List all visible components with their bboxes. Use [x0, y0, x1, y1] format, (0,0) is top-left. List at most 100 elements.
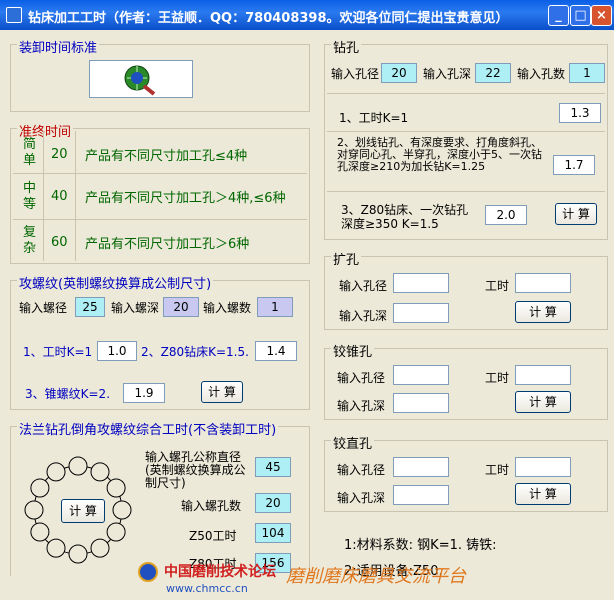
drilling-title: 钻孔 [331, 37, 362, 56]
window-title: 钻床加工工时（作者：王益顺．QQ：780408398。欢迎各位同仁提出宝贵意见） [28, 11, 509, 26]
minutes-complex: 60 [51, 235, 68, 250]
straight-dia-label: 输入孔径 [337, 463, 386, 477]
flange-title: 法兰钻孔倒角攻螺纹综合工时(不含装卸工时) [17, 419, 279, 438]
thread-depth-label: 输入螺深 [111, 301, 160, 315]
thread-count-input[interactable]: 1 [257, 297, 293, 317]
hole-count-label: 输入孔数 [517, 67, 566, 81]
flange-calc-button-left[interactable]: 计 算 [61, 499, 105, 523]
close-icon: × [596, 8, 607, 23]
title-bar: 钻床加工工时（作者：王益顺．QQ：780408398。欢迎各位同仁提出宝贵意见）… [0, 0, 614, 30]
taper-reaming-title: 铰锥孔 [331, 341, 375, 360]
level-medium: 中等 [23, 181, 37, 212]
flange-count-label: 输入螺孔数 [181, 499, 242, 513]
level-simple: 简单 [23, 137, 37, 168]
loading-time-title: 装卸时间标准 [17, 37, 100, 56]
taper-depth-label: 输入孔深 [337, 399, 386, 413]
search-image-box[interactable] [89, 60, 193, 98]
taper-time-label: 工时 [485, 371, 510, 385]
ream-dia-input[interactable] [393, 273, 449, 293]
straight-dia-input[interactable] [393, 457, 449, 477]
straight-depth-input[interactable] [393, 485, 449, 505]
tap-k1-label: 1、工时K=1 [23, 345, 93, 359]
ream-time-input[interactable] [515, 273, 571, 293]
taper-dia-input[interactable] [393, 365, 449, 385]
z50-time-input[interactable]: 104 [255, 523, 291, 543]
minutes-medium: 40 [51, 189, 68, 204]
ream-depth-label: 输入孔深 [339, 309, 388, 323]
ream-depth-input[interactable] [393, 303, 449, 323]
drill-k3-label: 3、Z80钻床、一次钻孔深度≥350 K=1.5 [341, 203, 469, 231]
desc-simple: 产品有不同尺寸加工孔≤4种 [85, 149, 248, 164]
thread-count-label: 输入螺数 [203, 301, 252, 315]
desc-medium: 产品有不同尺寸加工孔＞4种,≤6种 [85, 191, 286, 206]
ream-calc-button[interactable]: 计 算 [515, 301, 571, 323]
ream-time-label: 工时 [485, 279, 510, 293]
thread-dia-input[interactable]: 25 [75, 297, 105, 317]
minimize-icon: _ [555, 8, 562, 23]
straight-calc-button[interactable]: 计 算 [515, 483, 571, 505]
straight-reaming-title: 铰直孔 [331, 433, 375, 452]
tap-k2-input[interactable]: 1.4 [255, 341, 297, 361]
flange-nominal-label: 输入螺孔公称直径(英制螺纹换算成公制尺寸) [145, 450, 246, 490]
drill-k3-input[interactable]: 2.0 [485, 205, 527, 225]
tap-calc-button[interactable]: 计 算 [201, 381, 243, 403]
prep-time-group: 准终时间 简单 20 产品有不同尺寸加工孔≤4种 中等 40 产品有不同尺寸加工… [10, 121, 310, 264]
note-material-factor: 1:材料系数: 钢K=1. 铸铁: [344, 538, 497, 553]
bolt-hole [24, 500, 44, 520]
thread-depth-input[interactable]: 20 [163, 297, 199, 317]
drilling-group: 钻孔 输入孔径 20 输入孔深 22 输入孔数 1 1、工时K=1 1.3 2、… [324, 37, 608, 240]
bolt-hole [46, 462, 66, 482]
drill-k1-input[interactable]: 1.3 [559, 103, 601, 123]
tap-k2-label: 2、Z80钻床K=1.5. [141, 345, 249, 359]
drill-calc-button[interactable]: 计 算 [555, 203, 597, 225]
bolt-hole [68, 456, 88, 476]
tap-k3-label: 3、锥螺纹K=2. [25, 387, 111, 401]
ream-dia-label: 输入孔径 [339, 279, 388, 293]
straight-depth-label: 输入孔深 [337, 491, 386, 505]
desc-complex: 产品有不同尺寸加工孔＞6种 [85, 237, 250, 252]
bolt-hole [90, 462, 110, 482]
straight-time-label: 工时 [485, 463, 510, 477]
straight-time-input[interactable] [515, 457, 571, 477]
hole-dia-label: 输入孔径 [331, 67, 380, 81]
bolt-hole [68, 544, 88, 564]
hole-depth-label: 输入孔深 [423, 67, 472, 81]
reaming-group: 扩孔 输入孔径 工时 输入孔深 计 算 [324, 249, 608, 330]
tap-k1-input[interactable]: 1.0 [97, 341, 137, 361]
taper-reaming-group: 铰锥孔 输入孔径 工时 输入孔深 计 算 [324, 341, 608, 420]
drill-k1-label: 1、工时K=1 [339, 111, 409, 125]
reaming-title: 扩孔 [331, 249, 362, 268]
watermark-url: www.chmcc.cn [166, 582, 248, 595]
taper-dia-label: 输入孔径 [337, 371, 386, 385]
tap-k3-input[interactable]: 1.9 [123, 383, 165, 403]
hole-dia-input[interactable]: 20 [381, 63, 417, 83]
flange-count-input[interactable]: 20 [255, 493, 291, 513]
taper-time-input[interactable] [515, 365, 571, 385]
straight-reaming-group: 铰直孔 输入孔径 工时 输入孔深 计 算 [324, 433, 608, 512]
bolt-hole [90, 538, 110, 558]
flange-nominal-input[interactable]: 45 [255, 457, 291, 477]
minutes-simple: 20 [51, 147, 68, 162]
tapping-group: 攻螺纹(英制螺纹换算成公制尺寸) 输入螺径 25 输入螺深 20 输入螺数 1 … [10, 273, 310, 410]
watermark-right: 磨削磨床磨具交流平台 [286, 566, 466, 587]
taper-depth-input[interactable] [393, 393, 449, 413]
maximize-button[interactable]: □ [570, 5, 591, 26]
flange-group: 法兰钻孔倒角攻螺纹综合工时(不含装卸工时) 计 算 输入螺孔公称直径(英制螺纹换… [10, 419, 310, 576]
thread-dia-label: 输入螺径 [19, 301, 68, 315]
bolt-hole [106, 522, 126, 542]
taper-calc-button[interactable]: 计 算 [515, 391, 571, 413]
hole-depth-input[interactable]: 22 [475, 63, 511, 83]
maximize-icon: □ [574, 8, 587, 23]
minimize-button[interactable]: _ [548, 5, 569, 26]
drill-k2-input[interactable]: 1.7 [553, 155, 595, 175]
hole-count-input[interactable]: 1 [569, 63, 605, 83]
close-button[interactable]: × [591, 5, 612, 26]
level-complex: 复杂 [23, 225, 37, 256]
drill-k2-label: 2、划线钻孔、有深度要求、打角度斜孔、对穿同心孔、半穿孔，深度小于5、一次钻孔深… [337, 136, 542, 173]
loading-time-group: 装卸时间标准 [10, 37, 310, 112]
bolt-hole [30, 478, 50, 498]
bolt-hole [30, 522, 50, 542]
z50-time-label: Z50工时 [189, 529, 237, 543]
globe-search-icon [124, 65, 156, 96]
bolt-hole [106, 478, 126, 498]
